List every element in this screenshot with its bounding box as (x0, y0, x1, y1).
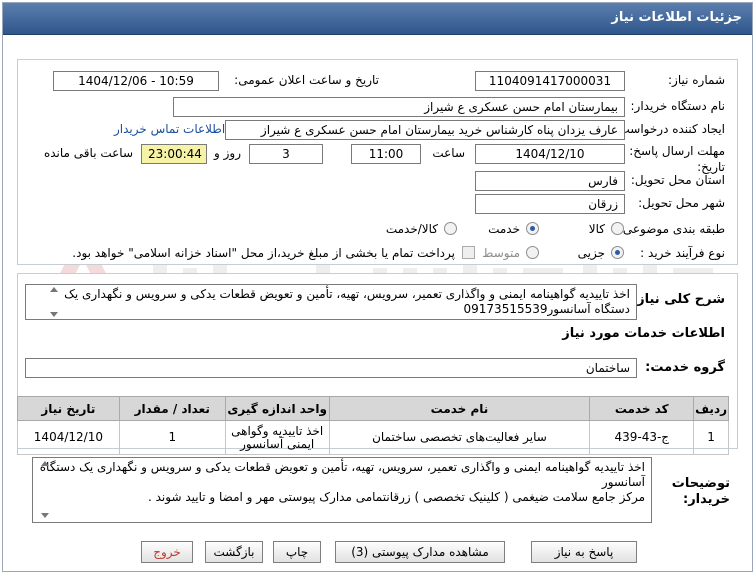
province-field: فارس (475, 171, 625, 191)
buyer-label: نام دستگاه خریدار: (630, 99, 726, 113)
description-panel: شرح کلی نیاز: اخذ تاییدیه گواهینامه ایمن… (17, 273, 738, 455)
services-table-header: ردیف کد خدمت نام خدمت واحد اندازه گیری ت… (17, 396, 729, 421)
deadline-time-field: 11:00 (351, 144, 421, 164)
days-remaining-field: 3 (249, 144, 323, 164)
services-section-title: اطلاعات خدمات مورد نیاز (562, 326, 725, 341)
treasury-checkbox[interactable] (462, 246, 475, 259)
col-code: کد خدمت (589, 396, 695, 421)
buyer-notes-line-2: مرکز جامع سلامت ضیغمی ( کلینیک تخصصی ) ز… (148, 490, 645, 504)
category-label: طبقه بندی موضوعی: (618, 222, 725, 236)
exit-button[interactable]: خروج (141, 541, 193, 563)
remaining-time-field: 23:00:44 (141, 144, 207, 164)
province-label: استان محل تحویل: (630, 173, 725, 187)
deadline-time-label: ساعت (432, 146, 465, 160)
buyer-field: بیمارستان امام حسن عسکری ع شیراز (173, 97, 625, 117)
print-button[interactable]: چاپ (273, 541, 321, 563)
cell-code: ج-43-439 (589, 420, 695, 455)
city-label: شهر محل تحویل: (638, 196, 725, 210)
creator-field: عارف یزدان پناه کارشناس خرید بیمارستان ا… (225, 120, 625, 140)
reply-button[interactable]: پاسخ به نیاز (531, 541, 637, 563)
announce-label: تاریخ و ساعت اعلان عمومی: (234, 73, 379, 87)
back-button[interactable]: بازگشت (205, 541, 263, 563)
announce-field: 1404/12/06 - 10:59 (53, 71, 219, 91)
process-minor-label: جزیی (577, 246, 605, 260)
description-scroll-down-icon[interactable] (50, 312, 58, 317)
remaining-label: ساعت باقی مانده (43, 146, 133, 160)
title-bar: جزئیات اطلاعات نیاز (3, 3, 752, 35)
cell-unit: اخذ تاییدیه وگواهی ایمنی آسانسور (224, 420, 330, 455)
col-date: تاریخ نیاز (17, 396, 120, 421)
attachments-button[interactable]: مشاهده مدارک پیوستی (3) (335, 541, 505, 563)
need-number-label: شماره نیاز: (668, 73, 725, 87)
category-goods-service-radio[interactable] (444, 222, 457, 235)
deadline-label-date: تاریخ: (697, 160, 725, 174)
buyer-notes-textarea[interactable]: اخذ تاییدیه گواهینامه ایمنی و واگذاری تع… (32, 457, 652, 523)
days-label: روز و (214, 146, 241, 160)
cell-name: سایر فعالیت‌های تخصصی ساختمان (328, 420, 591, 455)
description-scroll-up-icon[interactable] (50, 287, 58, 292)
table-row: 1 ج-43-439 سایر فعالیت‌های تخصصی ساختمان… (17, 420, 729, 455)
buyer-notes-label: توضیحات (671, 476, 730, 491)
process-label: نوع فرآیند خرید : (640, 246, 725, 260)
category-goods-label: کالا (588, 222, 605, 236)
col-name: نام خدمت (328, 396, 591, 421)
cell-date: 1404/12/10 (17, 420, 120, 455)
service-group-label: گروه خدمت: (645, 360, 725, 375)
main-window: جزئیات اطلاعات نیاز شماره نیاز: 11040914… (2, 2, 753, 572)
deadline-label: مهلت ارسال پاسخ: تا (618, 144, 725, 158)
col-row: ردیف (693, 396, 729, 421)
col-unit: واحد اندازه گیری (224, 396, 330, 421)
services-table: ردیف کد خدمت نام خدمت واحد اندازه گیری ت… (17, 396, 729, 455)
notes-scroll-up-icon[interactable] (41, 461, 49, 466)
cell-row: 1 (693, 420, 729, 455)
category-service-radio[interactable] (526, 222, 539, 235)
buyer-notes-label-2: خریدار: (683, 492, 730, 507)
notes-scroll-down-icon[interactable] (41, 513, 49, 518)
process-minor-radio[interactable] (611, 246, 624, 259)
process-medium-label: متوسط (482, 246, 520, 260)
category-goods-radio[interactable] (611, 222, 624, 235)
city-field: زرقان (475, 194, 625, 214)
description-textarea[interactable]: اخذ تاییدیه گواهینامه ایمنی و واگذاری تع… (25, 284, 637, 320)
deadline-date-field: 1404/12/10 (475, 144, 625, 164)
creator-label: ایجاد کننده درخواست: (614, 122, 725, 136)
category-goods-service-label: کالا/خدمت (385, 222, 438, 236)
need-info-panel: شماره نیاز: 1104091417000031 تاریخ و ساع… (17, 59, 738, 265)
need-number-field: 1104091417000031 (475, 71, 625, 91)
description-label: شرح کلی نیاز: (631, 292, 725, 307)
contact-buyer-link[interactable]: اطلاعات تماس خریدار (114, 122, 225, 136)
col-qty: تعداد / مقدار (118, 396, 226, 421)
buyer-notes-line-1: اخذ تاییدیه گواهینامه ایمنی و واگذاری تع… (39, 460, 645, 489)
category-service-label: خدمت (488, 222, 520, 236)
page-title: جزئیات اطلاعات نیاز (611, 10, 742, 25)
cell-qty: 1 (118, 420, 226, 455)
treasury-note: پرداخت تمام یا بخشی از مبلغ خرید،از محل … (72, 246, 455, 260)
description-text: اخذ تاییدیه گواهینامه ایمنی و واگذاری تع… (64, 287, 630, 316)
process-medium-radio[interactable] (526, 246, 539, 259)
service-group-field: ساختمان (25, 358, 637, 378)
